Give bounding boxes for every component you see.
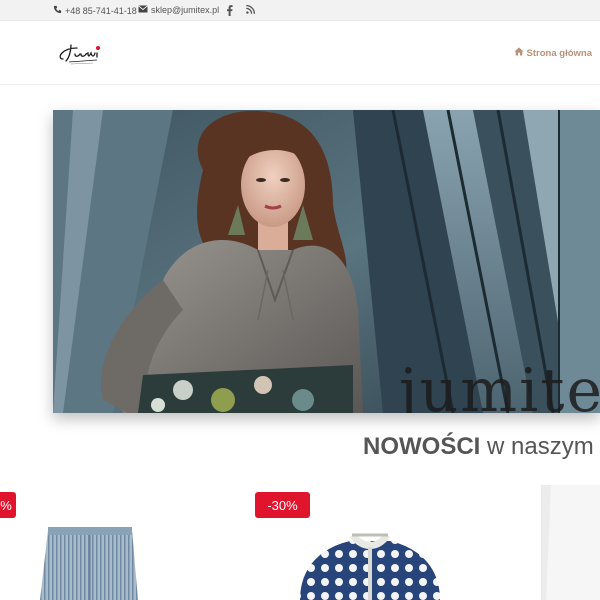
site-header: Strona główna — [0, 21, 600, 85]
product-image-white-garment[interactable] — [541, 485, 600, 600]
envelope-icon — [138, 5, 148, 15]
discount-badge: % — [0, 492, 16, 518]
product-image-trousers[interactable] — [40, 525, 140, 600]
hero-slider[interactable]: jumite — [53, 110, 600, 413]
rss-link[interactable] — [246, 4, 256, 16]
product-image-jacket[interactable] — [290, 533, 450, 600]
home-icon — [514, 47, 524, 59]
section-title-rest: w naszym — [480, 433, 594, 460]
rss-icon — [246, 4, 256, 16]
top-bar: +48 85-741-41-18 sklep@jumitex.pl — [0, 0, 600, 21]
section-title: NOWOŚCI w naszym — [363, 433, 594, 461]
email-contact[interactable]: sklep@jumitex.pl — [138, 5, 219, 15]
section-title-bold: NOWOŚCI — [363, 433, 481, 460]
facebook-link[interactable] — [226, 5, 233, 18]
nav-home-link[interactable]: Strona główna — [514, 47, 592, 59]
site-logo[interactable] — [57, 39, 105, 67]
phone-icon — [53, 5, 62, 16]
facebook-icon — [226, 5, 233, 18]
nav-home-label: Strona główna — [526, 47, 592, 59]
discount-badge: -30% — [255, 492, 310, 518]
phone-contact[interactable]: +48 85-741-41-18 — [53, 5, 137, 16]
phone-number: +48 85-741-41-18 — [65, 5, 137, 16]
hero-brand-text: jumite — [399, 356, 600, 413]
email-address: sklep@jumitex.pl — [151, 5, 220, 15]
